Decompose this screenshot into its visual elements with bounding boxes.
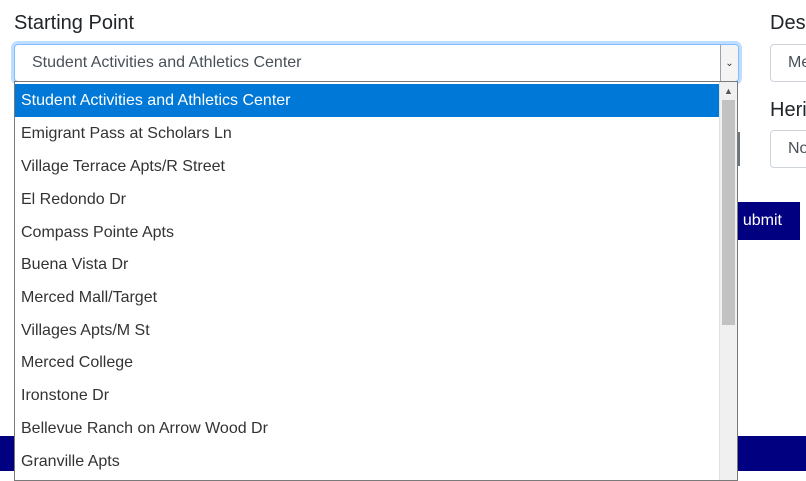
scroll-thumb[interactable] bbox=[722, 100, 735, 325]
dropdown-option[interactable]: Merced Mall/Target bbox=[15, 281, 721, 314]
dropdown-option[interactable]: Ironstone Dr bbox=[15, 379, 721, 412]
dropdown-option[interactable]: Village Terrace Apts/R Street bbox=[15, 150, 721, 183]
dropdown-option[interactable]: El Redondo Dr bbox=[15, 183, 721, 216]
destination-value: Me bbox=[788, 54, 806, 71]
dropdown-option[interactable]: Bellevue Ranch on Arrow Wood Dr bbox=[15, 412, 721, 445]
submit-label: ubmit bbox=[742, 212, 782, 229]
dropdown-option[interactable]: Villages Apts/M St bbox=[15, 314, 721, 347]
scroll-up-arrow-icon[interactable]: ▲ bbox=[720, 82, 737, 99]
dropdown-option[interactable]: Student Activities and Athletics Center bbox=[15, 84, 721, 117]
dropdown-option[interactable]: Compass Pointe Apts bbox=[15, 216, 721, 249]
chevron-down-icon[interactable]: ⌄ bbox=[720, 45, 738, 81]
heritage-label: Heri bbox=[770, 99, 806, 121]
heritage-value: No bbox=[788, 140, 806, 157]
starting-point-label: Starting Point bbox=[14, 12, 135, 34]
dropdown-option[interactable]: Granville Apts bbox=[15, 445, 721, 478]
starting-point-dropdown-list[interactable]: Student Activities and Athletics Center … bbox=[14, 81, 738, 481]
starting-point-value: Student Activities and Athletics Center bbox=[32, 54, 302, 71]
destination-select[interactable]: Me bbox=[770, 44, 806, 82]
heritage-select[interactable]: No bbox=[770, 130, 806, 168]
starting-point-select[interactable]: Student Activities and Athletics Center … bbox=[14, 44, 739, 82]
destination-label: Dest bbox=[770, 12, 806, 34]
dropdown-option[interactable]: Merced College bbox=[15, 346, 721, 379]
dropdown-option[interactable]: Emigrant Pass at Scholars Ln bbox=[15, 117, 721, 150]
dropdown-option[interactable]: Buena Vista Dr bbox=[15, 248, 721, 281]
dropdown-scrollbar[interactable]: ▲ bbox=[719, 82, 737, 480]
